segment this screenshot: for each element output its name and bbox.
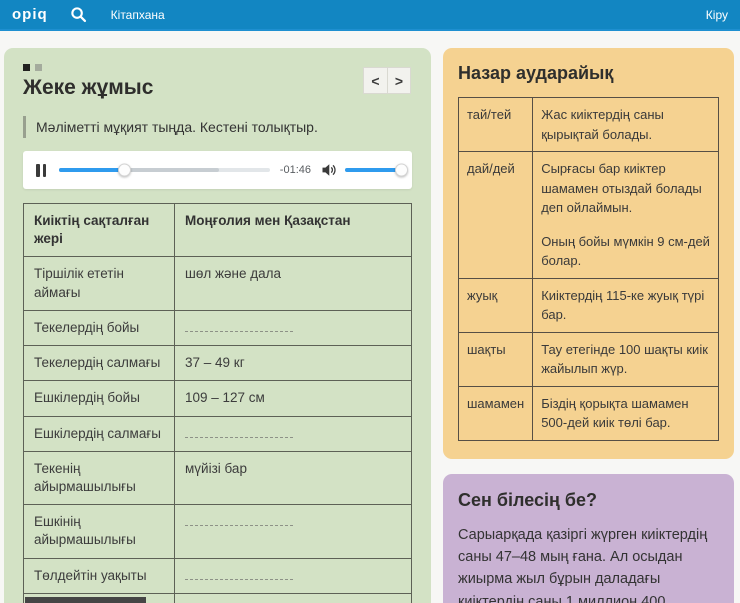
vocab-example: Киіктердің 115-ке жуық түрі бар. (533, 278, 719, 332)
exercise-table: Киіктің сақталған жері Моңғолия мен Қаза… (23, 203, 412, 603)
table-header-cell: Моңғолия мен Қазақстан (175, 204, 412, 257)
row-value-blank (175, 310, 412, 345)
volume-slider[interactable] (345, 168, 401, 172)
vocab-row: шамамен Біздің қорықта шамамен 500-дей к… (459, 386, 719, 440)
row-value: 37 – 49 кг (175, 346, 412, 381)
bottom-cutoff-element (25, 597, 146, 603)
vocab-row: дай/дей Сырғасы бар киіктер шамамен отыз… (459, 152, 719, 279)
vocab-row: шақты Тау етегінде 100 шақты киік жайылы… (459, 332, 719, 386)
seek-bar[interactable] (59, 168, 270, 172)
pause-icon (36, 164, 40, 177)
top-bar: opiq Кітапхана Кіру (0, 0, 740, 31)
table-row: Ешкінің айырмашылығы (24, 505, 412, 558)
sidebar-column: Назар аударайық тай/тей Жас киіктердің с… (443, 48, 734, 603)
vocab-row: тай/тей Жас киіктердің саны қырықтай бол… (459, 98, 719, 152)
row-value-blank (175, 558, 412, 593)
vocab-example-text: Біздің қорықта шамамен 500-дей киік төлі… (541, 394, 710, 433)
vocab-example-text: Киіктердің 115-ке жуық түрі бар. (541, 286, 710, 325)
table-row: Тіршілік ететін аймағы шөл және дала (24, 257, 412, 310)
did-you-know-text: Сарыарқада қазіргі жүрген киіктердің сан… (458, 524, 719, 603)
table-row: Төлдейтін уақыты (24, 558, 412, 593)
vocab-term: тай/тей (459, 98, 533, 152)
table-row: Текелердің бойы (24, 310, 412, 345)
vocab-row: жуық Киіктердің 115-ке жуық түрі бар. (459, 278, 719, 332)
row-label: Ешкілердің салмағы (24, 416, 175, 451)
attention-title: Назар аударайық (458, 63, 719, 84)
page: opiq Кітапхана Кіру < > Жеке жұмыс Мәлім… (0, 0, 740, 603)
volume-level (345, 168, 401, 172)
exercise-panel: < > Жеке жұмыс Мәліметті мұқият тыңда. К… (4, 48, 431, 603)
row-value: мүйізі бар (175, 451, 412, 504)
instruction-text: Мәліметті мұқият тыңда. Кестені толықтыр… (23, 116, 412, 138)
row-label: Тіршілік ететін аймағы (24, 257, 175, 310)
volume-icon[interactable] (321, 162, 337, 178)
library-link[interactable]: Кітапхана (111, 8, 165, 22)
vocab-term: шақты (459, 332, 533, 386)
vocab-example-text: Тау етегінде 100 шақты киік жайылып жүр. (541, 340, 710, 379)
blank-answer-line (185, 323, 293, 332)
search-icon[interactable] (70, 6, 87, 23)
vocab-example: Біздің қорықта шамамен 500-дей киік төлі… (533, 386, 719, 440)
row-value-blank (175, 416, 412, 451)
audio-player: -01:46 (23, 151, 412, 189)
row-value: шөл және дала (175, 257, 412, 310)
slide-dot-current[interactable] (23, 64, 30, 71)
vocab-example: Жас киіктердің саны қырықтай болады. (533, 98, 719, 152)
row-value-blank (175, 505, 412, 558)
blank-answer-line (185, 517, 293, 526)
vocab-example: Сырғасы бар киіктер шамамен отыздай бола… (533, 152, 719, 279)
vocab-table: тай/тей Жас киіктердің саны қырықтай бол… (458, 97, 719, 441)
vocab-example-text: Оның бойы мүмкін 9 см-дей болар. (541, 232, 710, 271)
vocab-example: Тау етегінде 100 шақты киік жайылып жүр. (533, 332, 719, 386)
vocab-term: жуық (459, 278, 533, 332)
attention-panel: Назар аударайық тай/тей Жас киіктердің с… (443, 48, 734, 459)
table-row: Ешкілердің салмағы (24, 416, 412, 451)
row-label: Ешкінің айырмашылығы (24, 505, 175, 558)
volume-thumb[interactable] (395, 164, 408, 177)
prev-slide-button[interactable]: < (363, 67, 387, 94)
next-slide-button[interactable]: > (387, 67, 411, 94)
row-label: Ешкілердің бойы (24, 381, 175, 416)
table-header-cell: Киіктің сақталған жері (24, 204, 175, 257)
table-row: Ешкілердің бойы 109 – 127 см (24, 381, 412, 416)
opiq-logo[interactable]: opiq (12, 6, 48, 23)
pause-icon (43, 164, 47, 177)
vocab-term: шамамен (459, 386, 533, 440)
blank-answer-line (185, 571, 293, 580)
blank-answer-line (185, 429, 293, 438)
did-you-know-title: Сен білесің бе? (458, 490, 719, 511)
slide-nav: < > (363, 67, 411, 94)
vocab-example-text: Сырғасы бар киіктер шамамен отыздай бола… (541, 159, 710, 218)
exercise-title: Жеке жұмыс (23, 76, 412, 100)
row-value: 109 – 127 см (175, 381, 412, 416)
pause-button[interactable] (34, 162, 48, 179)
table-row: Текелердің салмағы 37 – 49 кг (24, 346, 412, 381)
table-row: Текенің айырмашылығы мүйізі бар (24, 451, 412, 504)
progress-bar (59, 168, 124, 172)
did-you-know-panel: Сен білесің бе? Сарыарқада қазіргі жүрге… (443, 474, 734, 603)
row-label: Төлдейтін уақыты (24, 558, 175, 593)
row-label: Текелердің бойы (24, 310, 175, 345)
row-label: Текелердің салмағы (24, 346, 175, 381)
slide-dot-next[interactable] (35, 64, 42, 71)
time-remaining: -01:46 (280, 164, 311, 176)
vocab-term: дай/дей (459, 152, 533, 279)
table-header-row: Киіктің сақталған жері Моңғолия мен Қаза… (24, 204, 412, 257)
row-label: Текенің айырмашылығы (24, 451, 175, 504)
row-value: еті дәмді, терісі әдемі, мүйізі мен тұяғ… (175, 593, 412, 603)
slide-indicator (23, 64, 412, 71)
vocab-example-text: Жас киіктердің саны қырықтай болады. (541, 105, 710, 144)
login-link[interactable]: Кіру (706, 8, 728, 22)
seek-thumb[interactable] (118, 164, 131, 177)
